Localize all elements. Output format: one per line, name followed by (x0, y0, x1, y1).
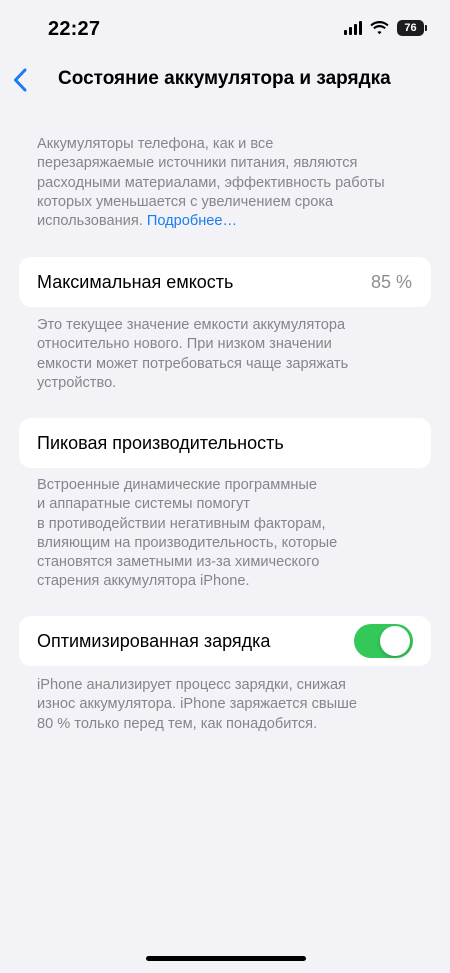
intro-line: расходными материалами, эффективность ра… (37, 174, 385, 191)
back-button[interactable] (6, 64, 34, 96)
learn-more-link[interactable]: Подробнее… (147, 213, 237, 229)
status-bar: 22:27 76 (0, 0, 450, 56)
nav-bar: Состояние аккумулятора и зарядка (0, 56, 450, 104)
peak-performance-footer: Встроенные динамические программные и ап… (37, 476, 407, 592)
footer-line: Это текущее значение емкости аккумулятор… (37, 317, 346, 333)
max-capacity-label: Максимальная емкость (37, 272, 234, 292)
footer-line: относительно нового. При низком значении (37, 336, 332, 353)
footer-line: емкости может потребоваться чаще заряжат… (37, 355, 349, 372)
page-title: Состояние аккумулятора и зарядка (58, 68, 391, 89)
status-icons: 76 (344, 20, 427, 36)
peak-performance-label: Пиковая производительность (37, 433, 284, 453)
footer-line: в противодействии негативным факторам, (37, 515, 326, 532)
max-capacity-row: Максимальная емкость 85 % (19, 257, 431, 307)
optimized-charging-row: Оптимизированная зарядка (19, 616, 431, 666)
footer-line: и аппаратные системы помогут (37, 496, 250, 513)
peak-performance-row: Пиковая производительность (19, 418, 431, 468)
footer-line: становятся заметными из-за химического (37, 554, 320, 571)
intro-line: которых уменьшается с увеличением срока (37, 193, 334, 210)
intro-line: Аккумуляторы телефона, как и все (37, 136, 274, 152)
max-capacity-value: 85 % (370, 272, 412, 292)
footer-line: Встроенные динамические программные (37, 477, 318, 493)
battery-icon: 76 (397, 20, 427, 36)
footer-line: влияющим на производительность, которые (37, 534, 338, 551)
optimized-charging-toggle[interactable] (354, 624, 413, 658)
intro-text: Аккумуляторы телефона, как и все перезар… (37, 135, 407, 231)
intro-line: перезаряжаемые источники питания, являют… (37, 155, 358, 172)
footer-line: iPhone анализирует процесс зарядки, сниж… (37, 677, 346, 693)
status-time: 22:27 (48, 18, 101, 40)
optimized-charging-label: Оптимизированная зарядка (37, 631, 271, 651)
wifi-icon (370, 21, 389, 35)
footer-line: старения аккумулятора iPhone. (37, 573, 250, 590)
home-indicator[interactable] (146, 956, 306, 961)
intro-line-text: использования. (37, 213, 143, 230)
optimized-charging-footer: iPhone анализирует процесс зарядки, сниж… (37, 676, 407, 734)
footer-line: 80 % только перед тем, как понадобится. (37, 715, 318, 732)
footer-line: износ аккумулятора. iPhone заряжается св… (37, 696, 357, 713)
chevron-left-icon (14, 68, 27, 92)
toggle-knob (380, 626, 410, 656)
signal-icon (344, 21, 362, 35)
battery-level: 76 (404, 22, 417, 34)
intro-line: использования. Подробнее… (37, 212, 407, 231)
footer-line: устройство. (37, 374, 117, 391)
max-capacity-footer: Это текущее значение емкости аккумулятор… (37, 316, 407, 393)
